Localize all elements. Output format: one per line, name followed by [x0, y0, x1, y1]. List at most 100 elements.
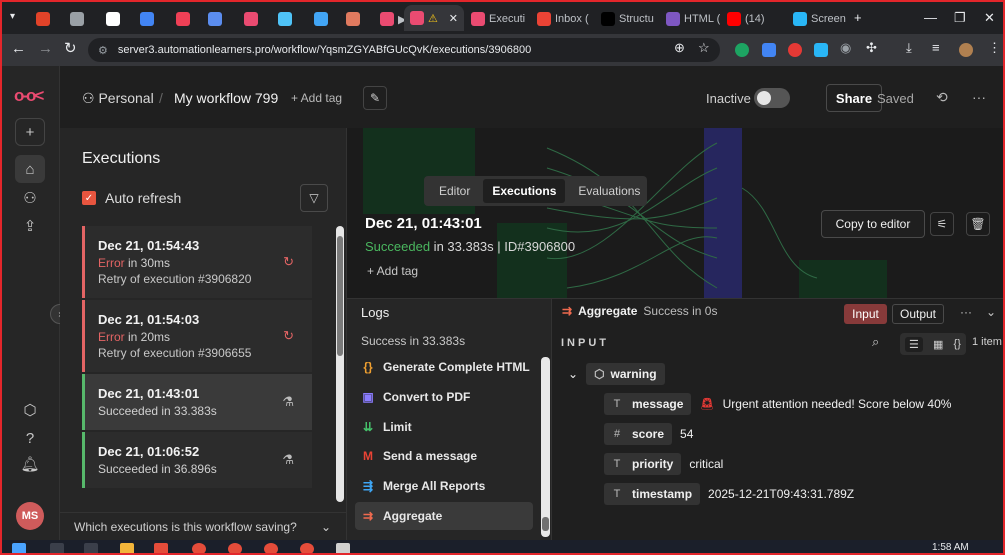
- extensions-puzzle-icon[interactable]: ✣: [866, 40, 877, 56]
- profile-avatar[interactable]: [959, 43, 973, 57]
- execution-list-item[interactable]: Dec 21, 01:06:52 Succeeded in 36.896s ⚗: [82, 432, 312, 488]
- schema-field-key[interactable]: Ttimestamp: [604, 483, 701, 505]
- chrome-icon[interactable]: [300, 543, 314, 553]
- browser-tab[interactable]: [272, 8, 304, 30]
- bookmark-star-icon[interactable]: ☆: [698, 40, 710, 56]
- more-options-icon[interactable]: ···: [960, 305, 972, 319]
- debug-icon[interactable]: ⚟: [930, 212, 954, 236]
- user-icon[interactable]: ⚇: [15, 184, 45, 212]
- view-mode-toggle[interactable]: ☰ ▦ {}: [900, 333, 966, 355]
- tab-editor[interactable]: Editor: [430, 179, 479, 203]
- browser-tab[interactable]: Structu: [595, 8, 659, 30]
- close-window-icon[interactable]: ✕: [984, 10, 995, 26]
- file-explorer-icon[interactable]: [120, 543, 134, 553]
- browser-tab[interactable]: Screen: [787, 8, 851, 30]
- active-toggle[interactable]: [754, 88, 790, 108]
- extension-blue-icon[interactable]: [762, 43, 776, 57]
- project-breadcrumb[interactable]: ⚇ Personal: [82, 90, 154, 107]
- flask-icon[interactable]: ⚗: [282, 394, 294, 410]
- reload-icon[interactable]: ↻: [64, 41, 77, 57]
- screen-extension-icon[interactable]: [814, 43, 828, 57]
- workflow-canvas[interactable]: Editor Executions Evaluations Copy to ed…: [347, 128, 1003, 298]
- log-item[interactable]: ⇊ Limit: [355, 413, 533, 441]
- edit-description-icon[interactable]: ✎: [363, 86, 387, 110]
- schema-field-row[interactable]: Ttimestamp 2025-12-21T09:43:31.789Z: [604, 483, 854, 505]
- browser-tab[interactable]: Executi: [465, 8, 531, 30]
- more-options-icon[interactable]: ···: [972, 89, 986, 105]
- notification-bell-icon[interactable]: 🔔︎: [15, 450, 45, 478]
- download-icon[interactable]: ⤓: [906, 40, 912, 56]
- executions-scrollbar[interactable]: [336, 226, 344, 502]
- new-tab-icon[interactable]: +: [854, 10, 862, 25]
- n8n-logo[interactable]: o-o<: [14, 86, 44, 106]
- browser-tab[interactable]: Inbox (: [531, 8, 595, 30]
- browser-tab[interactable]: [170, 8, 202, 30]
- schema-field-key[interactable]: # score: [604, 423, 673, 445]
- browser-tab[interactable]: [100, 8, 132, 30]
- browser-tab[interactable]: [308, 8, 340, 30]
- app-icon[interactable]: [154, 543, 168, 553]
- minimize-icon[interactable]: —: [924, 10, 937, 25]
- history-icon[interactable]: ⟲: [936, 89, 948, 106]
- retry-icon[interactable]: ↻: [283, 254, 294, 270]
- record-extension-icon[interactable]: [788, 43, 802, 57]
- log-item[interactable]: ⇶ Merge All Reports: [355, 472, 533, 500]
- logs-scrollbar[interactable]: [541, 357, 550, 537]
- user-avatar[interactable]: MS: [16, 502, 44, 530]
- browser-tab[interactable]: [64, 8, 96, 30]
- create-plus-icon[interactable]: +: [15, 118, 45, 146]
- search-icon[interactable]: ⌕: [872, 334, 879, 350]
- task-view-icon[interactable]: [84, 543, 98, 553]
- browser-tab[interactable]: [134, 8, 166, 30]
- copy-to-editor-button[interactable]: Copy to editor: [821, 210, 925, 238]
- chrome-menu-icon[interactable]: ⋮: [988, 40, 1001, 56]
- browser-tab[interactable]: [340, 8, 372, 30]
- chrome-icon[interactable]: [228, 543, 242, 553]
- windows-start-icon[interactable]: [12, 543, 26, 553]
- browser-tab[interactable]: [30, 8, 62, 30]
- browser-tab[interactable]: ⚠ ✕: [404, 5, 464, 31]
- auto-refresh-checkbox[interactable]: ✓ Auto refresh: [82, 190, 181, 206]
- saving-settings-toggle[interactable]: Which executions is this workflow saving…: [60, 512, 347, 540]
- search-icon[interactable]: [50, 543, 64, 553]
- address-bar[interactable]: ⚙ server3.automationlearners.pro/workflo…: [88, 38, 720, 62]
- back-icon[interactable]: ←: [11, 41, 26, 57]
- chevron-down-icon[interactable]: ⌄: [568, 367, 578, 381]
- media-queue-icon[interactable]: ≡: [932, 40, 940, 55]
- schema-field-row[interactable]: Tpriority critical: [604, 453, 723, 475]
- workflow-name[interactable]: My workflow 799: [174, 90, 278, 106]
- zoom-icon[interactable]: ⊕: [674, 40, 685, 56]
- share-export-icon[interactable]: ⇪: [15, 212, 45, 240]
- log-item[interactable]: ▣ Convert to PDF: [355, 383, 533, 411]
- output-tab-button[interactable]: Output: [892, 304, 944, 324]
- close-tab-icon[interactable]: ✕: [449, 12, 458, 25]
- schema-field-key[interactable]: Tmessage: [604, 393, 692, 415]
- filter-icon[interactable]: ▽: [300, 184, 328, 212]
- tab-executions[interactable]: Executions: [483, 179, 566, 203]
- retry-icon[interactable]: ↻: [283, 328, 294, 344]
- chevron-down-icon[interactable]: ⌄: [986, 305, 996, 319]
- schema-field-key[interactable]: Tpriority: [604, 453, 682, 475]
- log-item[interactable]: {} Generate Complete HTML: [355, 353, 533, 381]
- input-tab-button[interactable]: Input: [844, 304, 887, 324]
- chrome-icon[interactable]: [192, 543, 206, 553]
- schema-field-row[interactable]: Tmessage 🚨︎ Urgent attention needed! Score…: [604, 393, 951, 415]
- grammarly-extension-icon[interactable]: [735, 43, 749, 57]
- tab-search-icon[interactable]: ▾: [10, 11, 15, 22]
- schema-root-row[interactable]: ⌄ ⬡ warning: [568, 363, 665, 385]
- execution-list-item[interactable]: Dec 21, 01:43:01 Succeeded in 33.383s ⚗: [82, 374, 312, 430]
- help-icon[interactable]: ?: [15, 424, 45, 452]
- browser-tab[interactable]: ▶ My v: [374, 8, 404, 30]
- log-item[interactable]: M Send a message: [355, 442, 533, 470]
- schema-view-icon[interactable]: ☰: [905, 336, 923, 352]
- chrome-icon[interactable]: [264, 543, 278, 553]
- browser-tab[interactable]: (14): [721, 8, 785, 30]
- schema-field-row[interactable]: # score 54: [604, 423, 693, 445]
- notepad-icon[interactable]: [336, 543, 350, 553]
- flask-icon[interactable]: ⚗: [282, 452, 294, 468]
- share-button[interactable]: Share: [826, 84, 882, 112]
- log-item[interactable]: ⇉ Aggregate: [355, 502, 533, 530]
- browser-tab[interactable]: [202, 8, 234, 30]
- add-tag-link[interactable]: + Add tag: [291, 91, 342, 105]
- execution-list-item[interactable]: Dec 21, 01:54:43 Error in 30ms Retry of ex…: [82, 226, 312, 298]
